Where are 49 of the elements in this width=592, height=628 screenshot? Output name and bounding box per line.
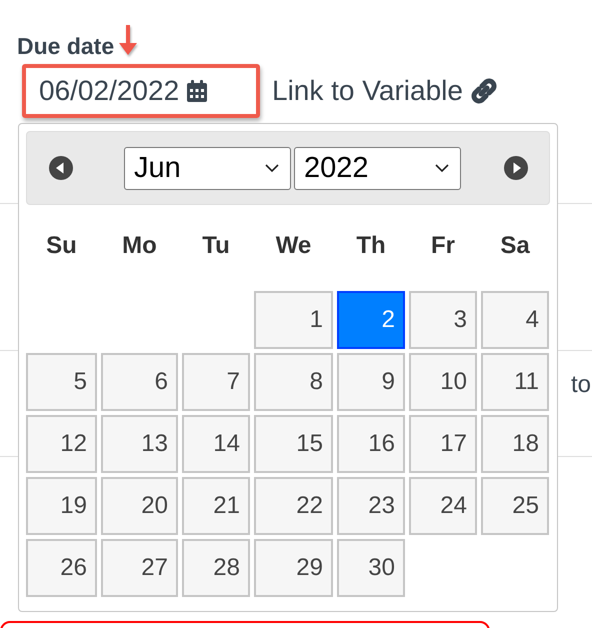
day-cell[interactable]: 8 — [254, 353, 333, 411]
day-cell[interactable]: 26 — [26, 539, 97, 597]
day-cell[interactable]: 28 — [182, 539, 250, 597]
day-cell[interactable]: 12 — [26, 415, 97, 473]
date-field[interactable]: 06/02/2022 — [22, 64, 260, 118]
day-cell[interactable]: 29 — [254, 539, 333, 597]
day-cell[interactable]: 11 — [481, 353, 549, 411]
day-cell[interactable]: 21 — [182, 477, 250, 535]
year-select[interactable]: 2022 — [294, 146, 461, 190]
day-cell[interactable]: 19 — [26, 477, 97, 535]
weekday-label: We — [274, 231, 312, 261]
month-select[interactable]: Jun — [124, 146, 291, 190]
weekday-label: Su — [45, 231, 78, 261]
next-month-icon[interactable] — [503, 155, 529, 181]
day-cell[interactable]: 17 — [409, 415, 477, 473]
day-cell[interactable]: 24 — [409, 477, 477, 535]
chevron-down-icon — [264, 163, 280, 173]
calendar-icon — [187, 80, 208, 102]
previous-month-icon[interactable] — [48, 155, 74, 181]
day-cell[interactable]: 20 — [101, 477, 178, 535]
day-cell[interactable]: 14 — [182, 415, 250, 473]
day-cell[interactable]: 5 — [26, 353, 97, 411]
day-cell[interactable]: 16 — [337, 415, 405, 473]
day-cell[interactable]: 6 — [101, 353, 178, 411]
field-label: Due date — [17, 32, 114, 60]
day-cell[interactable]: 25 — [481, 477, 549, 535]
weekday-label: Th — [355, 231, 387, 261]
day-cell[interactable]: 10 — [409, 353, 477, 411]
body-text: to — [570, 371, 591, 399]
link-icon[interactable] — [468, 76, 499, 106]
weekday-label: Sa — [499, 231, 531, 261]
weekday-label: Tu — [201, 231, 231, 261]
day-cell[interactable]: 7 — [182, 353, 250, 411]
day-cell[interactable]: 3 — [409, 291, 477, 349]
day-cell[interactable]: 13 — [101, 415, 178, 473]
day-cell[interactable]: 4 — [481, 291, 549, 349]
link-to-variable[interactable]: Link to Variable — [272, 75, 463, 107]
day-cell[interactable]: 9 — [337, 353, 405, 411]
day-cell[interactable]: 1 — [254, 291, 333, 349]
day-cell[interactable]: 2 — [337, 291, 405, 349]
weekday-label: Fr — [430, 231, 456, 261]
day-cell[interactable]: 22 — [254, 477, 333, 535]
chevron-down-icon — [434, 163, 450, 173]
weekday-label: Mo — [121, 231, 158, 261]
day-cell[interactable]: 30 — [337, 539, 405, 597]
day-cell[interactable]: 18 — [481, 415, 549, 473]
day-cell[interactable]: 27 — [101, 539, 178, 597]
day-cell[interactable]: 15 — [254, 415, 333, 473]
day-cell[interactable]: 23 — [337, 477, 405, 535]
